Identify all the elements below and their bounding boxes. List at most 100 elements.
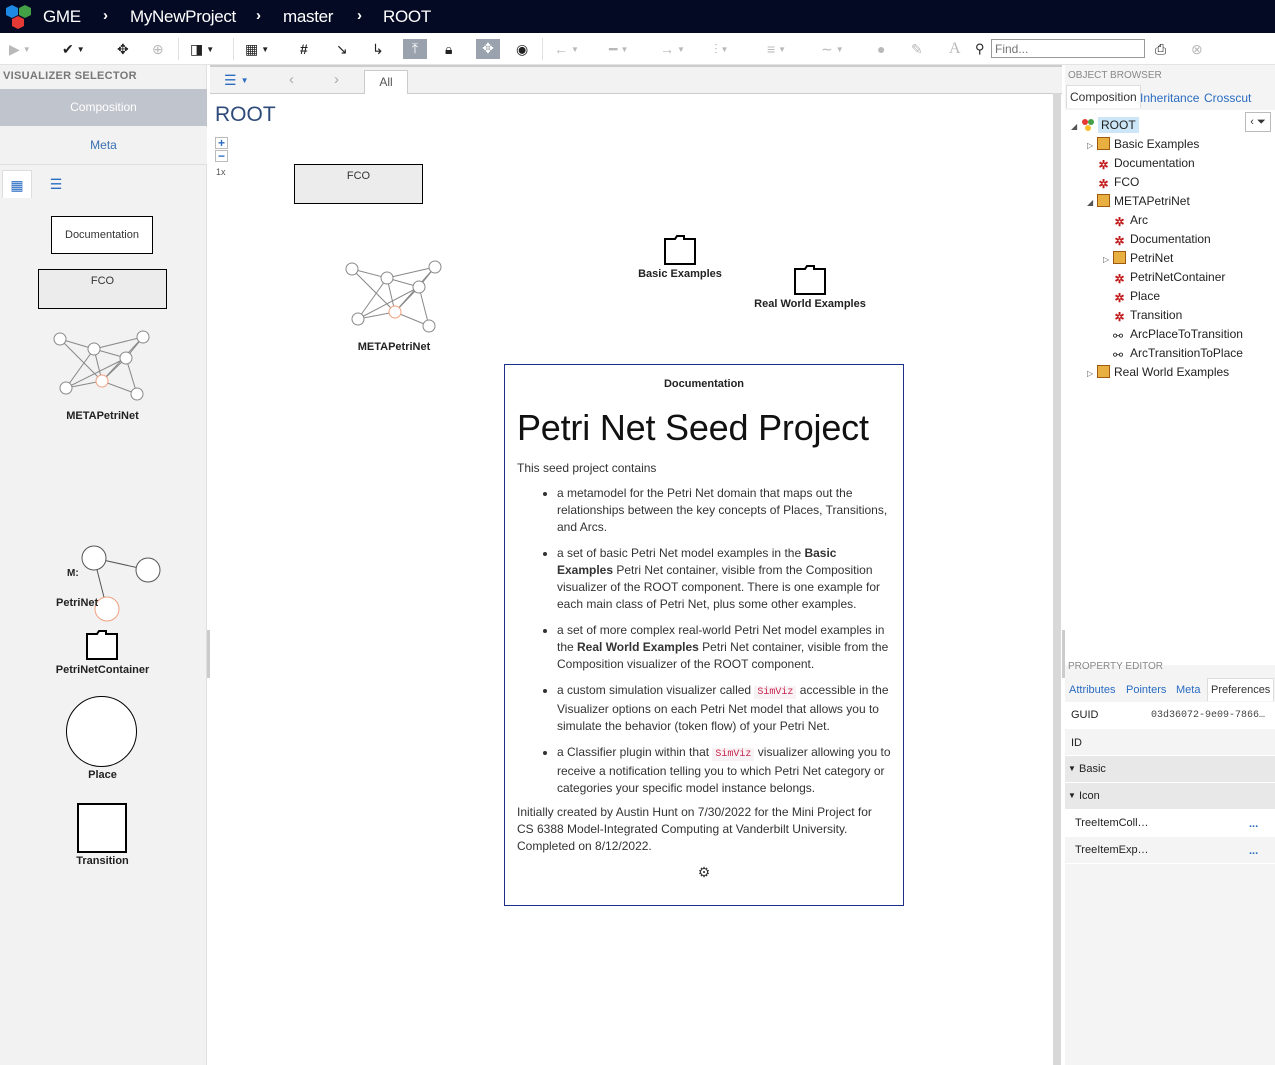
filter-icon[interactable]: ‹ ⏷ xyxy=(1245,112,1271,132)
visualizer-panel: VISUALIZER SELECTOR Composition Meta ▦ ☰… xyxy=(0,65,207,1065)
caret-down-icon[interactable]: ◢ xyxy=(1071,122,1081,131)
play-icon[interactable]: ▶ ▼ xyxy=(9,40,31,58)
node-metapetrinet-icon[interactable] xyxy=(340,256,445,339)
tree-item-real-world-examples[interactable]: ▷ Real World Examples xyxy=(1087,365,1229,379)
caret-right-icon[interactable]: ▷ xyxy=(1087,369,1097,378)
tab-all[interactable]: All xyxy=(364,70,408,94)
caret-down-icon[interactable]: ◢ xyxy=(1087,198,1097,207)
tab-crosscut[interactable]: Crosscut xyxy=(1204,91,1251,105)
tab-pointers[interactable]: Pointers xyxy=(1126,684,1166,696)
forward-icon[interactable]: › xyxy=(334,71,339,88)
palette-documentation[interactable]: Documentation xyxy=(51,216,153,254)
canvas-scrollbar[interactable] xyxy=(1053,93,1061,1065)
tree-item-root[interactable]: ◢ ROOT xyxy=(1071,117,1139,133)
fill-color-icon[interactable]: ● xyxy=(877,40,885,58)
visualizer-meta[interactable]: Meta xyxy=(0,127,207,164)
zoom-in-button[interactable]: + xyxy=(215,137,228,149)
gear-icon[interactable]: ⚙ xyxy=(517,864,891,881)
tree-item-metapetrinet[interactable]: ◢ METAPetriNet xyxy=(1087,194,1190,208)
tab-preferences[interactable]: Preferences xyxy=(1207,678,1275,701)
model-icon: ✲ xyxy=(1114,215,1125,229)
arrow-right-icon[interactable]: → ▼ xyxy=(660,40,685,58)
move-icon[interactable]: ✥ xyxy=(117,40,129,58)
back-icon[interactable]: ‹ xyxy=(289,71,294,88)
palette-transition-shape[interactable] xyxy=(77,803,127,853)
tree-item-label: Arc xyxy=(1130,213,1148,227)
eye-icon[interactable]: ◉ xyxy=(516,40,528,58)
breadcrumb-node[interactable]: ROOT xyxy=(383,7,431,27)
treeitem-expanded-row[interactable]: TreeItemExp… ... xyxy=(1065,837,1275,864)
tree-item-arc[interactable]: ✲ Arc xyxy=(1103,213,1148,229)
arrow-left-icon[interactable]: ← ▼ xyxy=(554,40,579,58)
arrow-diagonal-icon[interactable]: ↘ xyxy=(336,40,348,58)
breadcrumb-project[interactable]: MyNewProject xyxy=(130,7,236,27)
lock-icon[interactable]: 🔒︎ xyxy=(445,40,452,58)
tree-item-place[interactable]: ✲ Place xyxy=(1103,289,1160,305)
tab-meta[interactable]: Meta xyxy=(1176,684,1200,696)
print-icon[interactable]: ⎙ xyxy=(1155,40,1166,58)
node-real-world-examples-label[interactable]: Real World Examples xyxy=(745,298,875,310)
connector-icon[interactable]: ↳ xyxy=(372,40,384,58)
text-color-icon[interactable]: A xyxy=(949,40,961,58)
list-menu-icon[interactable]: ☰ ▼ xyxy=(224,72,248,89)
tree-item-arctransitiontoplace[interactable]: ⚯ ArcTransitionToPlace xyxy=(1103,346,1243,362)
ellipsis-button[interactable]: ... xyxy=(1249,818,1258,830)
tree-item-documentation[interactable]: ✲ Documentation xyxy=(1103,232,1210,248)
tab-inheritance[interactable]: Inheritance xyxy=(1140,91,1199,105)
clear-circle-icon[interactable]: ⊗ xyxy=(1191,40,1203,58)
find-input[interactable] xyxy=(991,39,1145,58)
connection-icon: ⚯ xyxy=(1113,329,1124,343)
tree-item-transition[interactable]: ✲ Transition xyxy=(1103,308,1182,324)
tab-attributes[interactable]: Attributes xyxy=(1069,684,1115,696)
grid-icon[interactable]: ▦ ▼ xyxy=(245,40,269,58)
node-fco[interactable]: FCO xyxy=(294,164,423,204)
line-icon[interactable]: ━ ▼ xyxy=(609,40,628,58)
grid-view-icon[interactable]: ▦ xyxy=(2,170,32,198)
routing-icon[interactable]: ⤒ xyxy=(403,39,427,59)
check-circle-icon[interactable]: ✔ ▼ xyxy=(62,40,85,58)
documentation-node[interactable]: Documentation Petri Net Seed Project Thi… xyxy=(504,364,904,906)
group-basic[interactable]: ▼ Basic xyxy=(1065,756,1275,783)
tree-item-fco[interactable]: ✲ FCO xyxy=(1087,175,1139,191)
visualizer-composition[interactable]: Composition xyxy=(0,89,207,126)
caret-right-icon[interactable]: ▷ xyxy=(1103,255,1113,264)
tab-composition[interactable]: Composition xyxy=(1066,85,1141,108)
hash-icon[interactable]: # xyxy=(300,40,308,58)
palette-fco[interactable]: FCO xyxy=(38,269,167,309)
line-style-icon[interactable]: ≡ ▼ xyxy=(767,40,786,58)
palette-place-shape[interactable] xyxy=(66,696,137,767)
plus-circle-icon[interactable]: ⊕ xyxy=(152,40,164,58)
palette-m-label: M: xyxy=(67,568,79,579)
folder-icon[interactable] xyxy=(794,265,826,298)
tree-item-basic-examples[interactable]: ▷ Basic Examples xyxy=(1087,137,1199,151)
app-name[interactable]: GME xyxy=(43,7,81,27)
pen-icon[interactable]: ✎ xyxy=(911,40,923,58)
group-icon[interactable]: ▼ Icon xyxy=(1065,783,1275,810)
folder-icon[interactable] xyxy=(664,235,696,268)
doc-heading: Petri Net Seed Project xyxy=(517,407,869,448)
tree-item-label: Real World Examples xyxy=(1114,365,1230,379)
sliders-icon[interactable]: ⫶ ▼ xyxy=(714,40,728,58)
tree-item-petrinet[interactable]: ▷ PetriNet xyxy=(1103,251,1173,265)
doc-outro: Initially created by Austin Hunt on 7/30… xyxy=(517,805,872,853)
pan-icon[interactable]: ✥ xyxy=(476,39,500,59)
network-icon[interactable] xyxy=(50,326,155,409)
breadcrumb-branch[interactable]: master xyxy=(283,7,333,27)
zoom-out-button[interactable]: − xyxy=(215,150,228,162)
tree-item-documentation[interactable]: ✲ Documentation xyxy=(1087,156,1194,172)
ellipsis-button[interactable]: ... xyxy=(1249,845,1258,857)
caret-right-icon[interactable]: ▷ xyxy=(1087,141,1097,150)
chevron-right-icon: › xyxy=(103,7,108,24)
curve-icon[interactable]: ∼ ▼ xyxy=(821,40,844,58)
container-icon xyxy=(1113,251,1126,264)
tree-item-petrinetcontainer[interactable]: ✲ PetriNetContainer xyxy=(1103,270,1225,286)
node-basic-examples-label[interactable]: Basic Examples xyxy=(620,268,740,280)
treeitem-collapsed-row[interactable]: TreeItemColl… ... xyxy=(1065,810,1275,837)
panel-toggle-icon[interactable]: ◨ ▼ xyxy=(190,40,214,58)
tree-item-arcplacetotransition[interactable]: ⚯ ArcPlaceToTransition xyxy=(1103,327,1243,343)
gme-logo-icon[interactable] xyxy=(4,4,34,30)
petrinet-graph-icon[interactable] xyxy=(78,543,168,631)
list-view-icon[interactable]: ☰ xyxy=(41,170,71,198)
folder-icon[interactable] xyxy=(86,630,118,663)
tree-item-label: METAPetriNet xyxy=(1114,194,1190,208)
